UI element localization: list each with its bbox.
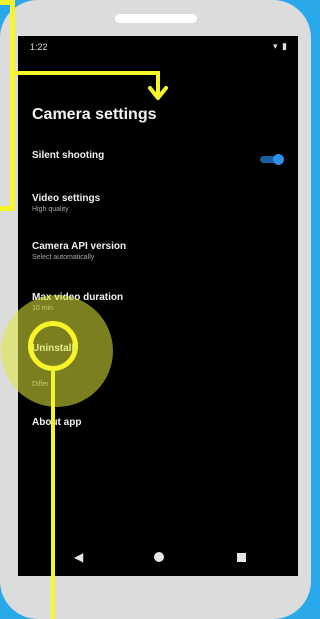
setting-value: Differ	[32, 381, 49, 388]
back-arrow-icon[interactable]: ←	[32, 62, 46, 78]
setting-label: Max video duration	[32, 292, 124, 303]
silent-shooting-toggle[interactable]	[260, 154, 284, 165]
phone-speaker	[115, 14, 197, 23]
setting-about-app[interactable]: About app	[32, 417, 81, 428]
setting-max-video-duration[interactable]: Max video duration 10 min	[32, 292, 123, 312]
setting-label: About app	[32, 417, 82, 428]
phone-frame: 1:22 ▾ ▮ ← Camera settings Silent shooti…	[0, 0, 311, 619]
setting-video-settings[interactable]: Video settings High quality	[32, 193, 100, 213]
nav-back-icon[interactable]: ◀	[74, 550, 83, 564]
toggle-thumb	[273, 154, 284, 165]
nav-home-icon[interactable]	[154, 552, 164, 562]
page-title: Camera settings	[32, 106, 157, 123]
setting-value: 10 min	[32, 305, 54, 312]
bracket-top	[0, 0, 14, 5]
setting-label: Silent shooting	[32, 150, 105, 161]
setting-value: High quality	[32, 206, 69, 213]
setting-label: Video settings	[32, 193, 101, 204]
screen: 1:22 ▾ ▮ ← Camera settings Silent shooti…	[18, 36, 298, 576]
setting-label: Uninstall	[32, 343, 75, 354]
setting-differ[interactable]: Differ	[32, 379, 49, 388]
setting-label: Camera API version	[32, 241, 127, 252]
setting-value: Select automatically	[32, 254, 95, 261]
status-time: 1:22	[30, 42, 48, 52]
status-icons: ▾ ▮	[273, 41, 288, 51]
setting-silent-shooting[interactable]: Silent shooting	[32, 150, 104, 161]
setting-uninstall[interactable]: Uninstall	[32, 343, 74, 354]
navigation-bar: ◀	[18, 542, 298, 576]
nav-recents-icon[interactable]	[237, 553, 246, 562]
setting-camera-api-version[interactable]: Camera API version Select automatically	[32, 241, 126, 261]
